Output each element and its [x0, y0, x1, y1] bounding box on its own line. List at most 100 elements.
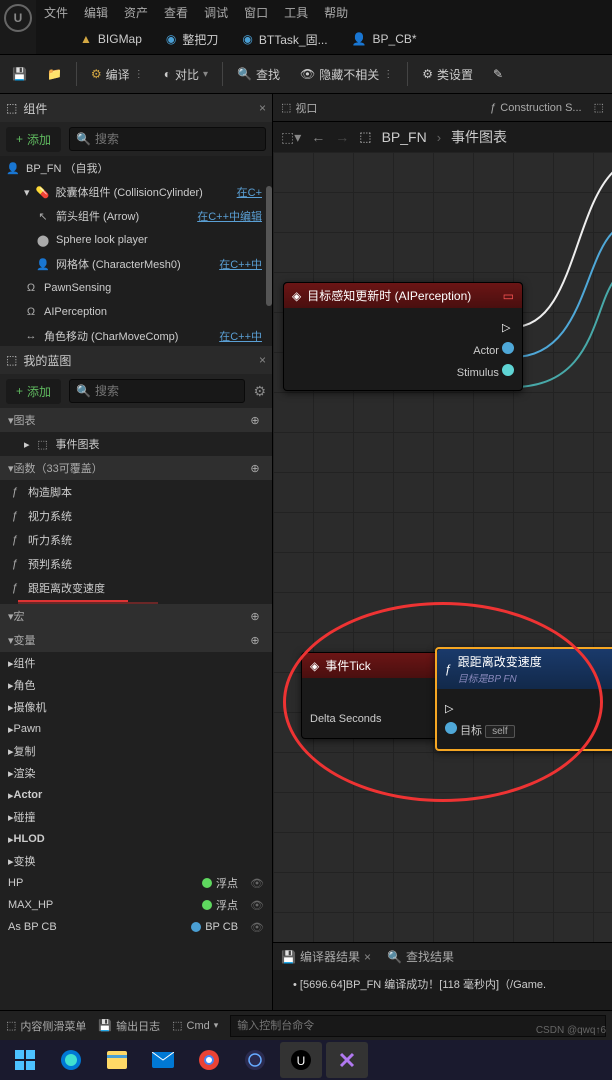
menu-file[interactable]: 文件 [44, 4, 68, 21]
func-construct[interactable]: ƒ构造脚本 [0, 480, 272, 504]
tree-row-bpfn[interactable]: 👤BP_FN （自我） [0, 156, 272, 180]
chrome-icon[interactable] [188, 1042, 230, 1078]
close-icon[interactable]: × [259, 353, 266, 367]
compile-button[interactable]: ⚙编译⋮ [85, 62, 150, 87]
tree-row-sphere[interactable]: ⬤Sphere look player [0, 228, 272, 252]
var-cat-pawn[interactable]: ▸ Pawn [0, 718, 272, 740]
tree-row-arrow[interactable]: ↖箭头组件 (Arrow)在C++中编辑 [0, 204, 272, 228]
section-graphs[interactable]: ▾ 图表⊕ [0, 408, 272, 432]
tab-bigmap[interactable]: ▲BIGMap [80, 32, 142, 46]
node-distance-speed[interactable]: ƒ 跟距离改变速度 目标是BP FN ▷▷ 目标 self [435, 647, 612, 751]
var-cat-actor-role[interactable]: ▸ 角色 [0, 674, 272, 696]
viewport-tab[interactable]: ⬚视口 [281, 100, 317, 116]
var-hp[interactable]: HP浮点👁 [0, 872, 272, 894]
compiler-results-tab[interactable]: 💾编译器结果× [281, 948, 371, 965]
nav-back-icon[interactable]: ← [311, 129, 325, 145]
add-graph-icon[interactable]: ⊕ [246, 411, 264, 429]
tree-row-charmove[interactable]: ↔角色移动 (CharMoveComp)在C++中 [0, 324, 272, 346]
func-hearing[interactable]: ƒ听力系统 [0, 528, 272, 552]
app-icon[interactable] [234, 1042, 276, 1078]
browse-button[interactable]: 📁 [41, 63, 68, 85]
explorer-icon[interactable] [96, 1042, 138, 1078]
var-cat-hlod[interactable]: ▸ HLOD [0, 828, 272, 850]
var-cat-camera[interactable]: ▸ 摄像机 [0, 696, 272, 718]
var-cat-actor[interactable]: ▸ Actor [0, 784, 272, 806]
actor-pin[interactable] [502, 342, 514, 354]
self-value[interactable]: self [485, 725, 515, 738]
exec-out-pin[interactable]: ▷ [502, 321, 514, 333]
output-log-button[interactable]: 💾输出日志 [98, 1018, 160, 1034]
edge-icon[interactable] [50, 1042, 92, 1078]
breadcrumb-fn[interactable]: BP_FN [382, 129, 427, 145]
stimulus-pin[interactable] [502, 364, 514, 376]
class-settings-button[interactable]: ⚙类设置 [416, 62, 479, 87]
tab-bttask[interactable]: ◉BTTask_固... [242, 31, 327, 48]
menu-window[interactable]: 窗口 [244, 4, 268, 21]
tab-bpcb[interactable]: 👤BP_CB* [352, 32, 417, 46]
menu-tools[interactable]: 工具 [284, 4, 308, 21]
unreal-icon[interactable]: U [280, 1042, 322, 1078]
visualstudio-icon[interactable] [326, 1042, 368, 1078]
blueprint-search-input[interactable] [95, 384, 238, 398]
add-function-icon[interactable]: ⊕ [246, 459, 264, 477]
event-graph-tab[interactable]: ⬚ [594, 101, 604, 114]
add-blueprint-button[interactable]: +添加 [6, 379, 61, 404]
var-cat-collision[interactable]: ▸ 碰撞 [0, 806, 272, 828]
close-icon[interactable]: × [364, 950, 371, 964]
hide-unrelated-button[interactable]: 👁隐藏不相关⋮ [294, 62, 399, 87]
add-component-button[interactable]: +添加 [6, 127, 61, 152]
tree-row-aiperception[interactable]: ΩAIPerception [0, 300, 272, 324]
gear-icon[interactable]: ⚙ [253, 383, 266, 400]
eye-icon[interactable]: 👁 [250, 877, 264, 890]
scrollbar-thumb[interactable] [266, 186, 272, 306]
func-distance-speed[interactable]: ƒ跟距离改变速度 [0, 576, 272, 600]
section-functions[interactable]: ▾ 函数（33可覆盖）⊕ [0, 456, 272, 480]
tab-blade[interactable]: ◉整把刀 [166, 31, 219, 48]
blueprint-search[interactable]: 🔍 [69, 379, 245, 403]
tree-row-mesh[interactable]: 👤网格体 (CharacterMesh0)在C++中 [0, 252, 272, 276]
find-results-tab[interactable]: 🔍查找结果 [387, 948, 454, 965]
components-search[interactable]: 🔍 [69, 127, 266, 151]
section-macros[interactable]: ▾ 宏⊕ [0, 604, 272, 628]
mail-icon[interactable] [142, 1042, 184, 1078]
diff-button[interactable]: ◐对比▾ [158, 62, 214, 87]
menu-help[interactable]: 帮助 [324, 4, 348, 21]
add-macro-icon[interactable]: ⊕ [246, 607, 264, 625]
menu-view[interactable]: 查看 [164, 4, 188, 21]
breadcrumb-graph[interactable]: 事件图表 [451, 127, 507, 147]
target-pin[interactable] [445, 722, 457, 734]
save-button[interactable]: 💾 [6, 63, 33, 85]
start-button[interactable] [4, 1042, 46, 1078]
search-icon: 🔍 [76, 384, 91, 398]
var-cat-component[interactable]: ▸ 组件 [0, 652, 272, 674]
graph-canvas[interactable]: ◈ 目标感知更新时 (AIPerception) ▭ ▷ Actor Stimu… [273, 152, 612, 942]
nav-forward-icon[interactable]: → [335, 129, 349, 145]
menu-debug[interactable]: 调试 [204, 4, 228, 21]
menu-asset[interactable]: 资产 [124, 4, 148, 21]
exec-in-pin[interactable]: ▷ [445, 702, 457, 714]
add-variable-icon[interactable]: ⊕ [246, 631, 264, 649]
var-cat-transform[interactable]: ▸ 变换 [0, 850, 272, 872]
eye-icon[interactable]: 👁 [250, 899, 264, 912]
content-drawer-button[interactable]: ⬚内容侧滑菜单 [6, 1018, 86, 1034]
var-asbpcb[interactable]: As BP CBBP CB👁 [0, 916, 272, 938]
event-graph-item[interactable]: ▸⬚事件图表 [0, 432, 272, 456]
find-button[interactable]: 🔍查找 [231, 62, 286, 87]
func-vision[interactable]: ƒ视力系统 [0, 504, 272, 528]
construction-tab[interactable]: ƒConstruction S... [490, 102, 581, 114]
menu-edit[interactable]: 编辑 [84, 4, 108, 21]
node-aiperception[interactable]: ◈ 目标感知更新时 (AIPerception) ▭ ▷ Actor Stimu… [283, 282, 523, 391]
eye-icon[interactable]: 👁 [250, 921, 264, 934]
cmd-selector[interactable]: ⬚Cmd▾ [172, 1019, 218, 1032]
tree-row-pawnsensing[interactable]: ΩPawnSensing [0, 276, 272, 300]
edit-button[interactable]: ✎ [487, 63, 509, 85]
func-predict[interactable]: ƒ预判系统 [0, 552, 272, 576]
var-cat-replicate[interactable]: ▸ 复制 [0, 740, 272, 762]
tree-row-capsule[interactable]: ▾💊胶囊体组件 (CollisionCylinder)在C+ [0, 180, 272, 204]
var-cat-render[interactable]: ▸ 渲染 [0, 762, 272, 784]
var-maxhp[interactable]: MAX_HP浮点👁 [0, 894, 272, 916]
components-search-input[interactable] [95, 132, 259, 146]
section-variables[interactable]: ▾ 变量⊕ [0, 628, 272, 652]
dropdown-icon[interactable]: ⬚▾ [281, 129, 301, 146]
close-icon[interactable]: × [259, 101, 266, 115]
